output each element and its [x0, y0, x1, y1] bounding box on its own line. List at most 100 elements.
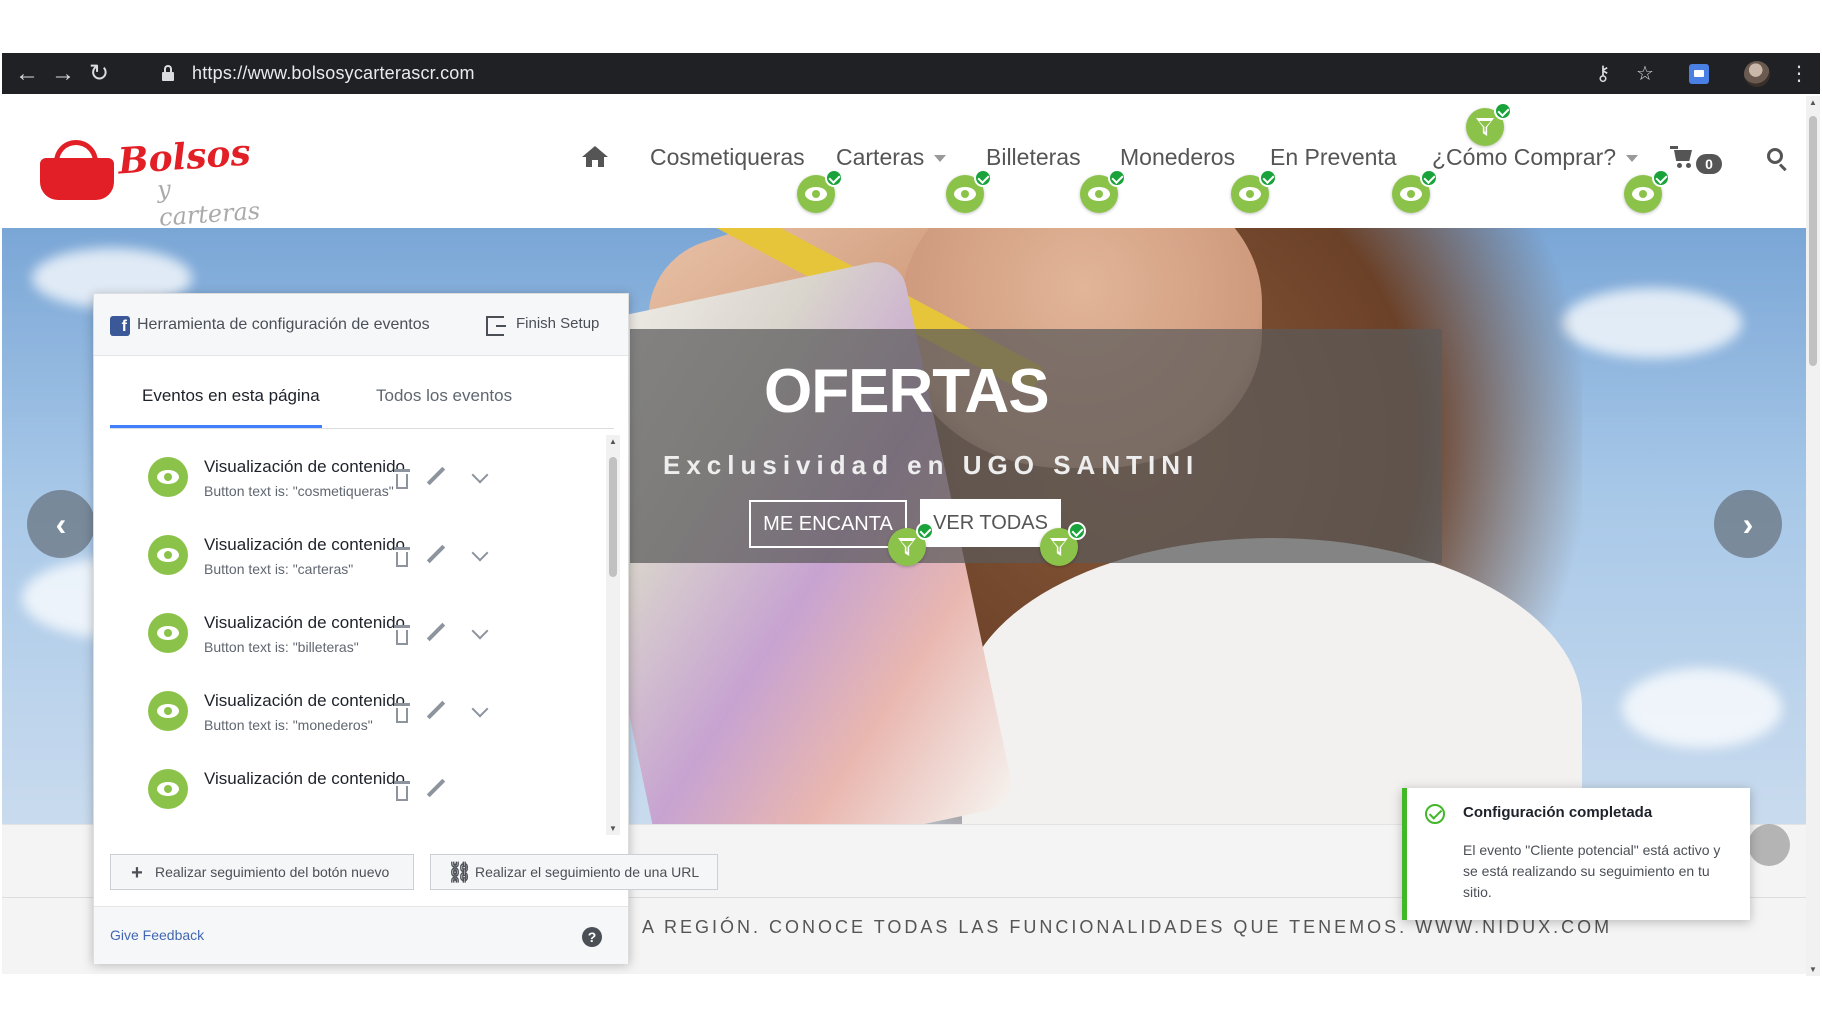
facebook-logo-icon: f [110, 316, 130, 336]
check-icon [1494, 102, 1512, 120]
chevron-down-icon [934, 155, 947, 163]
nav-en-preventa[interactable]: En Preventa [1270, 144, 1397, 171]
eye-icon [148, 535, 188, 575]
check-icon [1259, 169, 1277, 187]
chevron-down-icon[interactable] [471, 466, 489, 484]
check-icon [825, 169, 843, 187]
page-scrollbar[interactable]: ▲ ▼ [1806, 96, 1820, 976]
cart-count-badge: 0 [1696, 154, 1722, 174]
trash-icon[interactable] [394, 703, 410, 723]
chevron-down-icon[interactable] [471, 700, 489, 718]
chat-bubble-icon[interactable] [1748, 824, 1790, 866]
pencil-icon[interactable] [426, 622, 446, 642]
event-setup-panel: f Herramienta de configuración de evento… [93, 293, 718, 964]
chevron-left-icon: ‹ [55, 505, 67, 542]
chevron-down-icon [1626, 155, 1639, 163]
panel-header: f Herramienta de configuración de evento… [94, 294, 628, 356]
exit-icon[interactable] [486, 316, 506, 336]
browser-toolbar: ← → ↻ https://www.bolsosycarterascr.com … [2, 53, 1820, 94]
trash-icon[interactable] [394, 781, 410, 801]
home-icon[interactable] [582, 146, 608, 168]
pencil-icon[interactable] [426, 700, 446, 720]
event-title: Visualización de contenido [204, 457, 405, 476]
site-logo[interactable]: Bolsos y carteras [36, 131, 266, 232]
event-description: Button text is: "cosmetiqueras" [204, 483, 394, 499]
nav-carteras[interactable]: Carteras [836, 144, 947, 171]
hero-subtitle: Exclusividad en UGO SANTINI [663, 450, 1200, 480]
event-title: Visualización de contenido [204, 535, 405, 554]
search-icon[interactable] [1767, 148, 1789, 172]
check-icon [1420, 169, 1438, 187]
finish-setup-button[interactable]: Finish Setup [516, 315, 599, 332]
ticker-text: A REGIÓN. CONOCE TODAS LAS FUNCIONALIDAD… [642, 917, 1613, 937]
help-icon[interactable]: ? [582, 927, 602, 947]
chevron-down-icon[interactable] [471, 544, 489, 562]
trash-icon[interactable] [394, 625, 410, 645]
check-icon [1068, 522, 1086, 540]
event-description: Button text is: "billeteras" [204, 639, 359, 655]
tab-all-events[interactable]: Todos los eventos [376, 386, 512, 406]
link-icon: ⛓ [447, 862, 473, 885]
panel-title: Herramienta de configuración de eventos [137, 316, 430, 333]
ver-todas-button[interactable]: VER TODAS [920, 499, 1061, 547]
kebab-menu-icon[interactable]: ⋮ [1786, 53, 1812, 94]
check-icon [916, 522, 934, 540]
nav-billeteras[interactable]: Billeteras [986, 144, 1081, 171]
site-header: Bolsos y carteras Cosmetiqueras Carteras… [2, 96, 1806, 232]
tab-events-on-page[interactable]: Eventos en esta página [142, 386, 320, 406]
give-feedback-link[interactable]: Give Feedback [110, 927, 204, 943]
check-icon [974, 169, 992, 187]
carousel-prev-button[interactable]: ‹ [27, 490, 95, 558]
page: ← → ↻ https://www.bolsosycarterascr.com … [0, 0, 1822, 1025]
nav-monederos[interactable]: Monederos [1120, 144, 1235, 171]
trash-icon[interactable] [394, 547, 410, 567]
check-icon [1652, 169, 1670, 187]
toast-title: Configuración completada [1463, 804, 1653, 821]
setup-complete-toast: Configuración completada El evento "Clie… [1402, 788, 1750, 920]
check-circle-icon [1425, 804, 1445, 824]
eye-icon [148, 691, 188, 731]
panel-footer: Give Feedback ? [94, 906, 628, 964]
forward-icon[interactable]: → [46, 53, 80, 94]
chevron-down-icon[interactable] [471, 622, 489, 640]
event-title: Visualización de contenido [204, 769, 405, 788]
event-list-scrollbar[interactable]: ▲ ▼ [606, 435, 620, 835]
back-icon[interactable]: ← [10, 53, 44, 94]
toast-body: El evento "Cliente potencial" está activ… [1463, 842, 1721, 900]
carousel-next-button[interactable]: › [1714, 490, 1782, 558]
list-item: Visualización de contenido [110, 747, 600, 835]
nav-como-comprar[interactable]: ¿Cómo Comprar? [1432, 144, 1639, 171]
star-icon[interactable]: ☆ [1630, 53, 1660, 94]
track-url-button[interactable]: ⛓ Realizar el seguimiento de una URL [430, 854, 718, 890]
me-encanta-button[interactable]: ME ENCANTA [749, 500, 907, 548]
pencil-icon[interactable] [426, 544, 446, 564]
event-title: Visualización de contenido [204, 613, 405, 632]
eye-icon [148, 457, 188, 497]
address-bar[interactable]: https://www.bolsosycarterascr.com [192, 53, 475, 94]
eye-icon [148, 769, 188, 809]
event-description: Button text is: "carteras" [204, 561, 354, 577]
list-item: Visualización de contenido Button text i… [110, 435, 600, 525]
profile-avatar[interactable] [1742, 53, 1772, 94]
trash-icon[interactable] [394, 469, 410, 489]
extension-icon[interactable] [1684, 53, 1714, 94]
event-description: Button text is: "monederos" [204, 717, 373, 733]
cart-icon[interactable] [1670, 146, 1696, 168]
pencil-icon[interactable] [426, 778, 446, 798]
nav-cosmetiqueras[interactable]: Cosmetiqueras [650, 144, 805, 171]
eye-icon [148, 613, 188, 653]
list-item: Visualización de contenido Button text i… [110, 669, 600, 759]
lock-icon [162, 65, 174, 81]
hero-title: OFERTAS [764, 357, 1050, 426]
reload-icon[interactable]: ↻ [82, 53, 116, 94]
key-icon[interactable]: ⚷ [1588, 53, 1618, 94]
event-title: Visualización de contenido [204, 691, 405, 710]
check-icon [1108, 169, 1126, 187]
track-new-button-button[interactable]: + Realizar seguimiento del botón nuevo [110, 854, 414, 890]
plus-icon: + [131, 862, 143, 885]
event-list: Visualización de contenido Button text i… [110, 435, 600, 835]
pencil-icon[interactable] [426, 466, 446, 486]
list-item: Visualización de contenido Button text i… [110, 591, 600, 681]
chevron-right-icon: › [1742, 505, 1754, 542]
list-item: Visualización de contenido Button text i… [110, 513, 600, 603]
